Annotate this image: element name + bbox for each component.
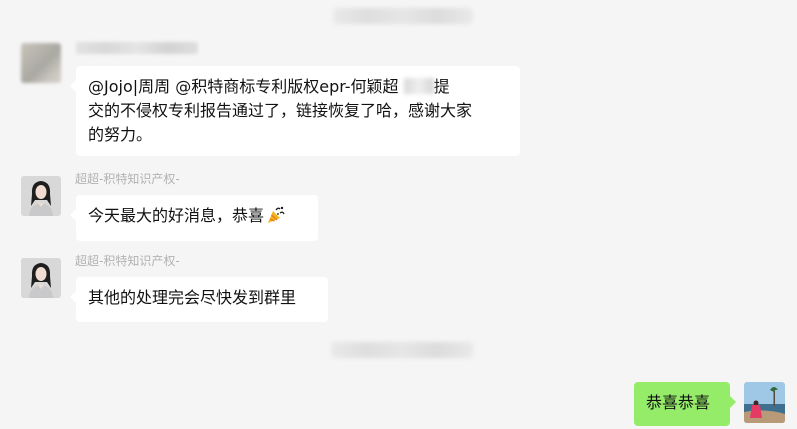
avatar-woman-image (21, 258, 61, 298)
avatar-redacted[interactable] (21, 43, 61, 83)
message-1-line-3: 的努力。 (88, 125, 153, 144)
message-1-line-1: @Jojo|周周 @积特商标专利版权epr-何颖超 提 (88, 77, 450, 96)
message-3-text: 其他的处理完会尽快发到群里 (88, 288, 297, 307)
sender-name: 超超-积特知识产权- (75, 172, 180, 186)
sender-name: 超超-积特知识产权- (75, 254, 180, 268)
avatar-sender-chaochao[interactable] (21, 176, 61, 216)
avatar-self[interactable] (744, 382, 785, 423)
message-bubble-2[interactable]: 今天最大的好消息，恭喜 (70, 195, 318, 241)
avatar-woman-image (21, 176, 61, 216)
party-popper-icon (268, 206, 285, 223)
message-4-text: 恭喜恭喜 (646, 393, 711, 412)
message-bubble-1[interactable]: @Jojo|周周 @积特商标专利版权epr-何颖超 提 交的不侵权专利报告通过了… (70, 66, 520, 156)
avatar-sender-chaochao[interactable] (21, 258, 61, 298)
message-bubble-3[interactable]: 其他的处理完会尽快发到群里 (70, 277, 328, 322)
message-bubble-self[interactable]: 恭喜恭喜 (634, 382, 736, 426)
sender-name-redacted (76, 42, 198, 54)
timestamp-redacted-bottom (331, 342, 473, 358)
message-1-line-2: 交的不侵权专利报告通过了，链接恢复了哈，感谢大家 (88, 101, 473, 120)
message-2-text: 今天最大的好消息，恭喜 (88, 204, 306, 228)
timestamp-redacted-top (333, 8, 473, 24)
avatar-beach-image (744, 382, 785, 423)
redacted-name (403, 78, 434, 94)
